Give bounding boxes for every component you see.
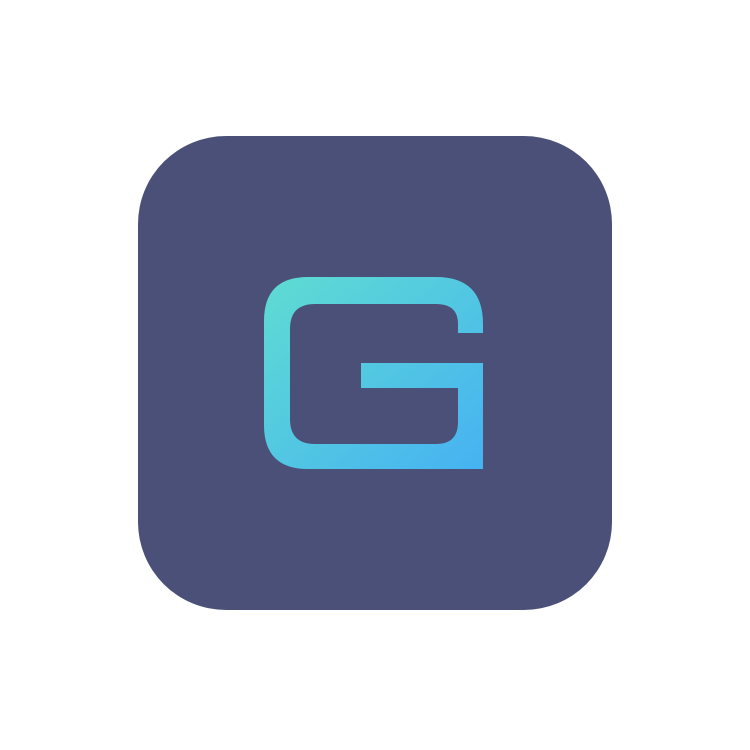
- g-logo-icon: [138, 136, 612, 610]
- app-icon-tile[interactable]: [138, 136, 612, 610]
- icon-canvas: [0, 0, 750, 750]
